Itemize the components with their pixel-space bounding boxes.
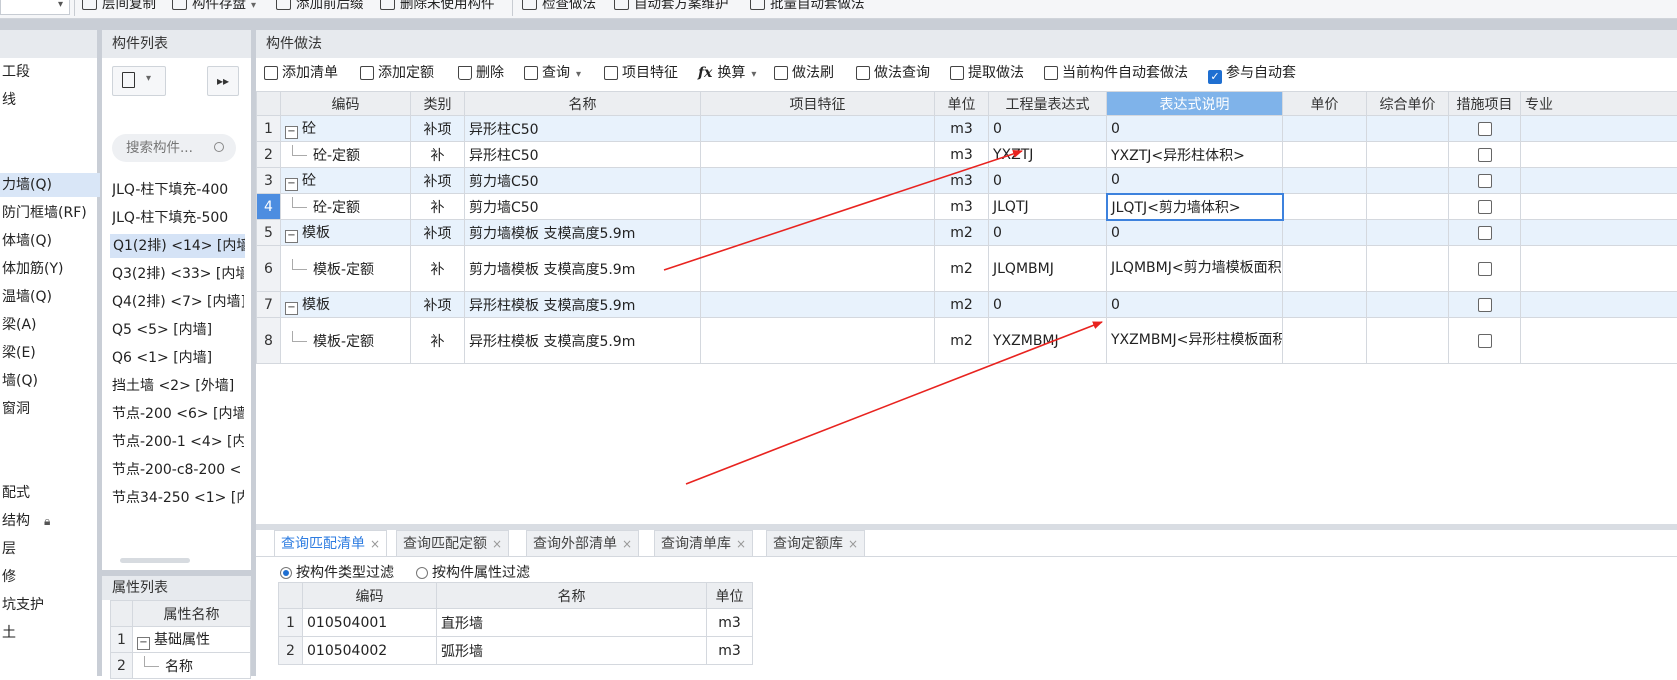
unit-cell[interactable]: m3 <box>707 609 753 637</box>
close-icon[interactable]: × <box>736 537 746 551</box>
row-number: 1 <box>279 609 303 637</box>
radio-unchecked-icon <box>416 567 428 579</box>
table-row[interactable]: 2 010504002 弧形墙 m3 <box>279 637 753 665</box>
close-icon[interactable]: × <box>370 537 380 551</box>
tab-query-external-list[interactable]: 查询外部清单× <box>526 530 639 556</box>
query-tab-bar: 查询匹配清单× 查询匹配定额× 查询外部清单× 查询清单库× 查询定额库× <box>256 530 1677 557</box>
row-num-header <box>279 583 303 609</box>
code-cell[interactable]: 010504001 <box>303 609 437 637</box>
query-result-table: 编码 名称 单位 1 010504001 直形墙 m3 2 010504002 … <box>278 582 753 665</box>
tab-query-match-list[interactable]: 查询匹配清单× <box>274 530 387 556</box>
row-number: 2 <box>279 637 303 665</box>
code-cell[interactable]: 010504002 <box>303 637 437 665</box>
arrow-annotation <box>686 322 1102 484</box>
tab-query-quota-library[interactable]: 查询定额库× <box>766 530 865 556</box>
name-cell[interactable]: 直形墙 <box>437 609 707 637</box>
query-panel: 查询匹配清单× 查询匹配定额× 查询外部清单× 查询清单库× 查询定额库× 按构… <box>256 530 1677 680</box>
unit-cell[interactable]: m3 <box>707 637 753 665</box>
column-header-name[interactable]: 名称 <box>437 583 707 609</box>
close-icon[interactable]: × <box>848 537 858 551</box>
radio-checked-icon <box>280 567 292 579</box>
close-icon[interactable]: × <box>622 537 632 551</box>
tab-query-list-library[interactable]: 查询清单库× <box>654 530 753 556</box>
close-icon[interactable]: × <box>492 537 502 551</box>
name-cell[interactable]: 弧形墙 <box>437 637 707 665</box>
arrow-annotation <box>664 151 1022 270</box>
column-header-code[interactable]: 编码 <box>303 583 437 609</box>
tab-query-match-quota[interactable]: 查询匹配定额× <box>396 530 509 556</box>
table-row[interactable]: 1 010504001 直形墙 m3 <box>279 609 753 637</box>
column-header-unit[interactable]: 单位 <box>707 583 753 609</box>
filter-by-attribute-radio[interactable]: 按构件属性过滤 <box>416 562 530 582</box>
filter-by-type-radio[interactable]: 按构件类型过滤 <box>280 562 394 582</box>
header-row: 编码 名称 单位 <box>279 583 753 609</box>
